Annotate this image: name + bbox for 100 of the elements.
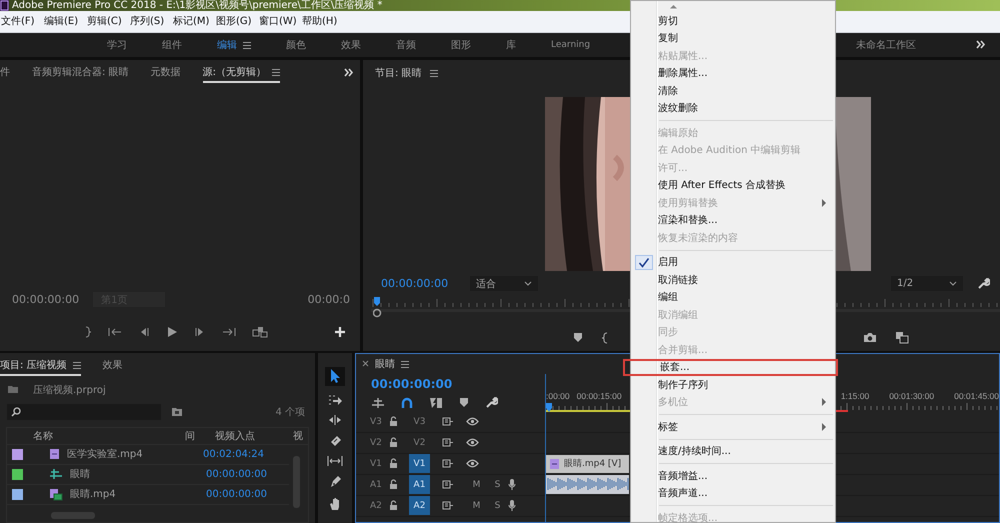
column-header[interactable]: 间 — [185, 428, 215, 443]
lock-icon[interactable] — [389, 500, 398, 512]
marker-icon[interactable] — [459, 397, 469, 408]
solo-button[interactable]: S — [487, 500, 508, 511]
mark-out-icon[interactable] — [84, 326, 92, 338]
menu-item[interactable]: 渲染和替换... — [631, 212, 835, 229]
menu-icon[interactable] — [72, 360, 81, 369]
item-name[interactable]: 医学实验室.mp4 — [67, 447, 185, 462]
workspace-tab[interactable]: 未命名工作区 — [856, 38, 916, 52]
menu-item[interactable]: 复制 — [631, 30, 835, 47]
wrench-icon[interactable] — [977, 277, 990, 290]
more-chevron-icon[interactable] — [344, 68, 354, 78]
item-name[interactable]: 眼睛.mp4 — [70, 487, 188, 502]
insert-icon[interactable] — [252, 326, 268, 338]
mic-icon[interactable] — [508, 478, 516, 492]
workspace-tab[interactable]: 学习 — [107, 38, 127, 52]
solo-button[interactable]: S — [487, 480, 508, 490]
menu-item[interactable]: 音频增益... — [631, 467, 835, 484]
panel-tab[interactable]: 元数据 — [150, 62, 181, 83]
menu-item[interactable]: 启用 — [631, 254, 835, 271]
menu-icon[interactable] — [243, 40, 251, 49]
menu-item[interactable]: 图形(G) — [215, 14, 258, 28]
menu-icon[interactable] — [272, 68, 280, 76]
mute-button[interactable]: M — [466, 500, 487, 511]
resolution-dropdown[interactable]: 1/2 — [891, 276, 963, 292]
track-select-icon[interactable] — [328, 394, 342, 406]
menu-item[interactable]: 序列(S) — [129, 14, 172, 28]
panel-tab[interactable]: 项目: 压缩视频 — [0, 356, 81, 376]
label-swatch[interactable] — [12, 468, 23, 480]
ripple-edit-icon[interactable] — [328, 414, 342, 426]
menu-item[interactable]: 编辑(E) — [43, 14, 86, 28]
playhead[interactable] — [546, 402, 552, 412]
lock-icon[interactable] — [389, 437, 398, 448]
menu-item[interactable]: 剪切 — [631, 12, 835, 30]
label-swatch[interactable] — [12, 448, 23, 460]
razor-icon[interactable] — [328, 434, 342, 447]
marker-icon[interactable] — [573, 332, 583, 344]
slip-icon[interactable] — [327, 454, 343, 467]
menu-icon[interactable] — [430, 68, 438, 77]
workspace-tab[interactable]: Learning — [551, 40, 590, 50]
panel-tab[interactable]: 源:（无剪辑） — [202, 62, 280, 83]
column-header[interactable]: 视频入点 — [215, 428, 293, 443]
sync-lock-icon[interactable] — [442, 501, 454, 510]
more-chevron-icon[interactable] — [976, 40, 986, 50]
zoom-dropdown[interactable]: 适合 — [470, 276, 538, 292]
mic-icon[interactable] — [508, 499, 516, 512]
menu-item[interactable]: 波纹删除 — [631, 100, 835, 117]
track-target-button[interactable]: A1 — [409, 475, 430, 494]
search-field[interactable] — [7, 404, 161, 420]
sync-lock-icon[interactable] — [442, 459, 454, 468]
menu-item[interactable]: 标签 — [631, 418, 835, 436]
panel-tab[interactable]: 音频剪辑混合器: 眼睛 — [32, 62, 129, 83]
menu-item[interactable]: 取消链接 — [631, 271, 835, 288]
menu-item[interactable]: 嵌套... — [623, 358, 838, 376]
pen-icon[interactable] — [328, 474, 342, 489]
sync-lock-icon[interactable] — [442, 438, 454, 448]
mark-in-icon[interactable] — [601, 332, 609, 344]
lock-icon[interactable] — [389, 416, 398, 428]
track-target-button[interactable]: A2 — [409, 496, 430, 516]
menu-item[interactable]: 帮助(H) — [301, 14, 344, 28]
video-clip[interactable]: 眼睛.mp4 [V] — [546, 454, 629, 473]
workspace-tab[interactable]: 音频 — [396, 38, 416, 52]
tool-button[interactable] — [325, 366, 345, 386]
menu-icon[interactable] — [401, 360, 409, 368]
eye-icon[interactable] — [466, 417, 479, 426]
hand-icon[interactable] — [328, 496, 342, 511]
menu-item[interactable]: 速度/持续时间... — [631, 442, 835, 460]
menu-item[interactable]: 使用 After Effects 合成替换 — [631, 176, 835, 194]
menu-item[interactable]: 文件(F) — [0, 14, 43, 28]
menu-item[interactable]: 删除属性... — [631, 64, 835, 82]
panel-tab[interactable]: 件 — [0, 62, 10, 83]
menu-item[interactable]: 编组 — [631, 288, 835, 306]
workspace-tab[interactable]: 图形 — [451, 38, 471, 52]
menu-item[interactable]: 标记(M) — [172, 14, 215, 28]
workspace-tab[interactable]: 效果 — [341, 38, 361, 52]
mute-button[interactable]: M — [466, 480, 487, 490]
eye-icon[interactable] — [466, 438, 479, 448]
close-icon[interactable] — [362, 360, 369, 368]
magnet-icon[interactable] — [401, 396, 413, 409]
compare-icon[interactable] — [895, 331, 909, 344]
label-swatch[interactable] — [12, 488, 23, 500]
camera-icon[interactable] — [863, 332, 877, 344]
track-target-button[interactable]: V3 — [409, 412, 430, 432]
menu-item[interactable]: 剪辑(C) — [86, 14, 129, 28]
track-target-button[interactable]: V2 — [409, 433, 430, 452]
wrench-icon[interactable] — [485, 396, 498, 410]
sync-lock-icon[interactable] — [442, 417, 454, 426]
item-name[interactable]: 眼睛 — [70, 467, 188, 482]
lock-icon[interactable] — [389, 479, 398, 490]
menu-item[interactable]: 音频声道... — [631, 484, 835, 502]
workspace-tab[interactable]: 库 — [506, 38, 516, 52]
new-bin-icon[interactable] — [171, 406, 183, 417]
linked-selection-icon[interactable] — [429, 396, 443, 409]
lock-icon[interactable] — [389, 458, 398, 470]
workspace-tab[interactable]: 组件 — [162, 38, 182, 52]
panel-tab[interactable]: 效果 — [102, 356, 123, 376]
menu-item[interactable]: 窗口(W) — [258, 14, 301, 28]
column-header[interactable]: 名称 — [33, 428, 185, 443]
sync-lock-icon[interactable] — [442, 480, 454, 490]
workspace-tab[interactable]: 颜色 — [286, 38, 306, 52]
